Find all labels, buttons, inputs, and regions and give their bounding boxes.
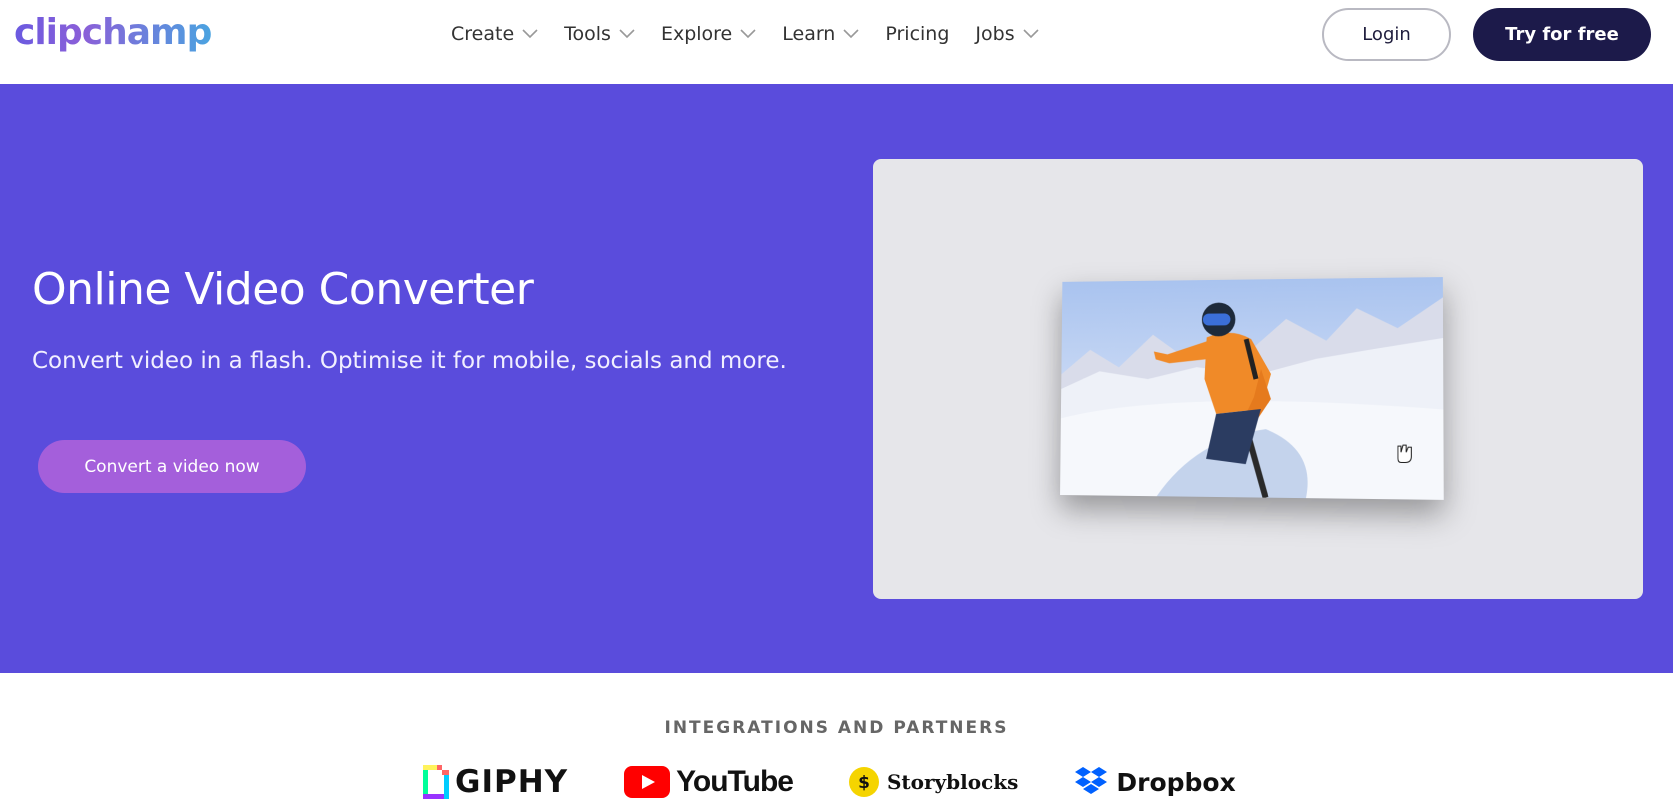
main-nav: Create Tools Explore Learn Pricing Jobs <box>451 22 1065 46</box>
partner-storyblocks[interactable]: $ Storyblocks <box>848 767 1019 797</box>
partner-youtube[interactable]: YouTube <box>624 765 794 799</box>
chevron-down-icon <box>740 29 756 39</box>
chevron-down-icon <box>1023 29 1039 39</box>
site-header: clipchamp Create Tools Explore Learn Pri… <box>0 0 1673 84</box>
video-preview-image[interactable] <box>1060 277 1444 500</box>
nav-create-label: Create <box>451 23 515 45</box>
nav-jobs-label: Jobs <box>975 23 1015 45</box>
nav-learn-label: Learn <box>782 23 836 45</box>
partner-dropbox-label: Dropbox <box>1116 767 1236 797</box>
storyblocks-icon: $ <box>848 767 879 797</box>
chevron-down-icon <box>619 29 635 39</box>
youtube-icon <box>624 766 671 798</box>
login-button[interactable]: Login <box>1322 8 1451 61</box>
clipchamp-logo[interactable]: clipchamp <box>14 10 212 56</box>
nav-tools[interactable]: Tools <box>564 22 635 46</box>
partner-giphy-label: GIPHY <box>455 764 569 800</box>
hero-subtitle: Convert video in a flash. Optimise it fo… <box>32 348 787 374</box>
giphy-icon <box>423 765 449 799</box>
snowboarder-illustration <box>1060 277 1444 500</box>
hero-section: Online Video Converter Convert video in … <box>0 84 1673 673</box>
hero-title: Online Video Converter <box>32 264 534 315</box>
nav-explore[interactable]: Explore <box>661 22 756 46</box>
dropbox-icon <box>1075 767 1108 794</box>
partners-heading: INTEGRATIONS AND PARTNERS <box>664 718 1009 738</box>
nav-jobs[interactable]: Jobs <box>975 22 1039 46</box>
nav-create[interactable]: Create <box>451 22 538 46</box>
try-for-free-button[interactable]: Try for free <box>1473 8 1651 61</box>
partner-storyblocks-label: Storyblocks <box>886 770 1019 794</box>
partners-logos: GIPHY YouTube $ Storyblocks Dropbox <box>423 762 1292 802</box>
nav-tools-label: Tools <box>564 23 611 45</box>
svg-text:$: $ <box>858 773 870 793</box>
nav-pricing[interactable]: Pricing <box>885 22 949 46</box>
video-preview-card <box>873 159 1643 599</box>
partner-giphy[interactable]: GIPHY <box>423 764 568 800</box>
nav-explore-label: Explore <box>660 23 733 45</box>
partner-youtube-label: YouTube <box>676 765 794 798</box>
chevron-down-icon <box>522 29 538 39</box>
partner-dropbox[interactable]: Dropbox <box>1074 767 1236 797</box>
chevron-down-icon <box>843 29 859 39</box>
convert-video-button[interactable]: Convert a video now <box>38 440 306 493</box>
nav-pricing-label: Pricing <box>885 23 950 45</box>
nav-learn[interactable]: Learn <box>782 22 859 46</box>
